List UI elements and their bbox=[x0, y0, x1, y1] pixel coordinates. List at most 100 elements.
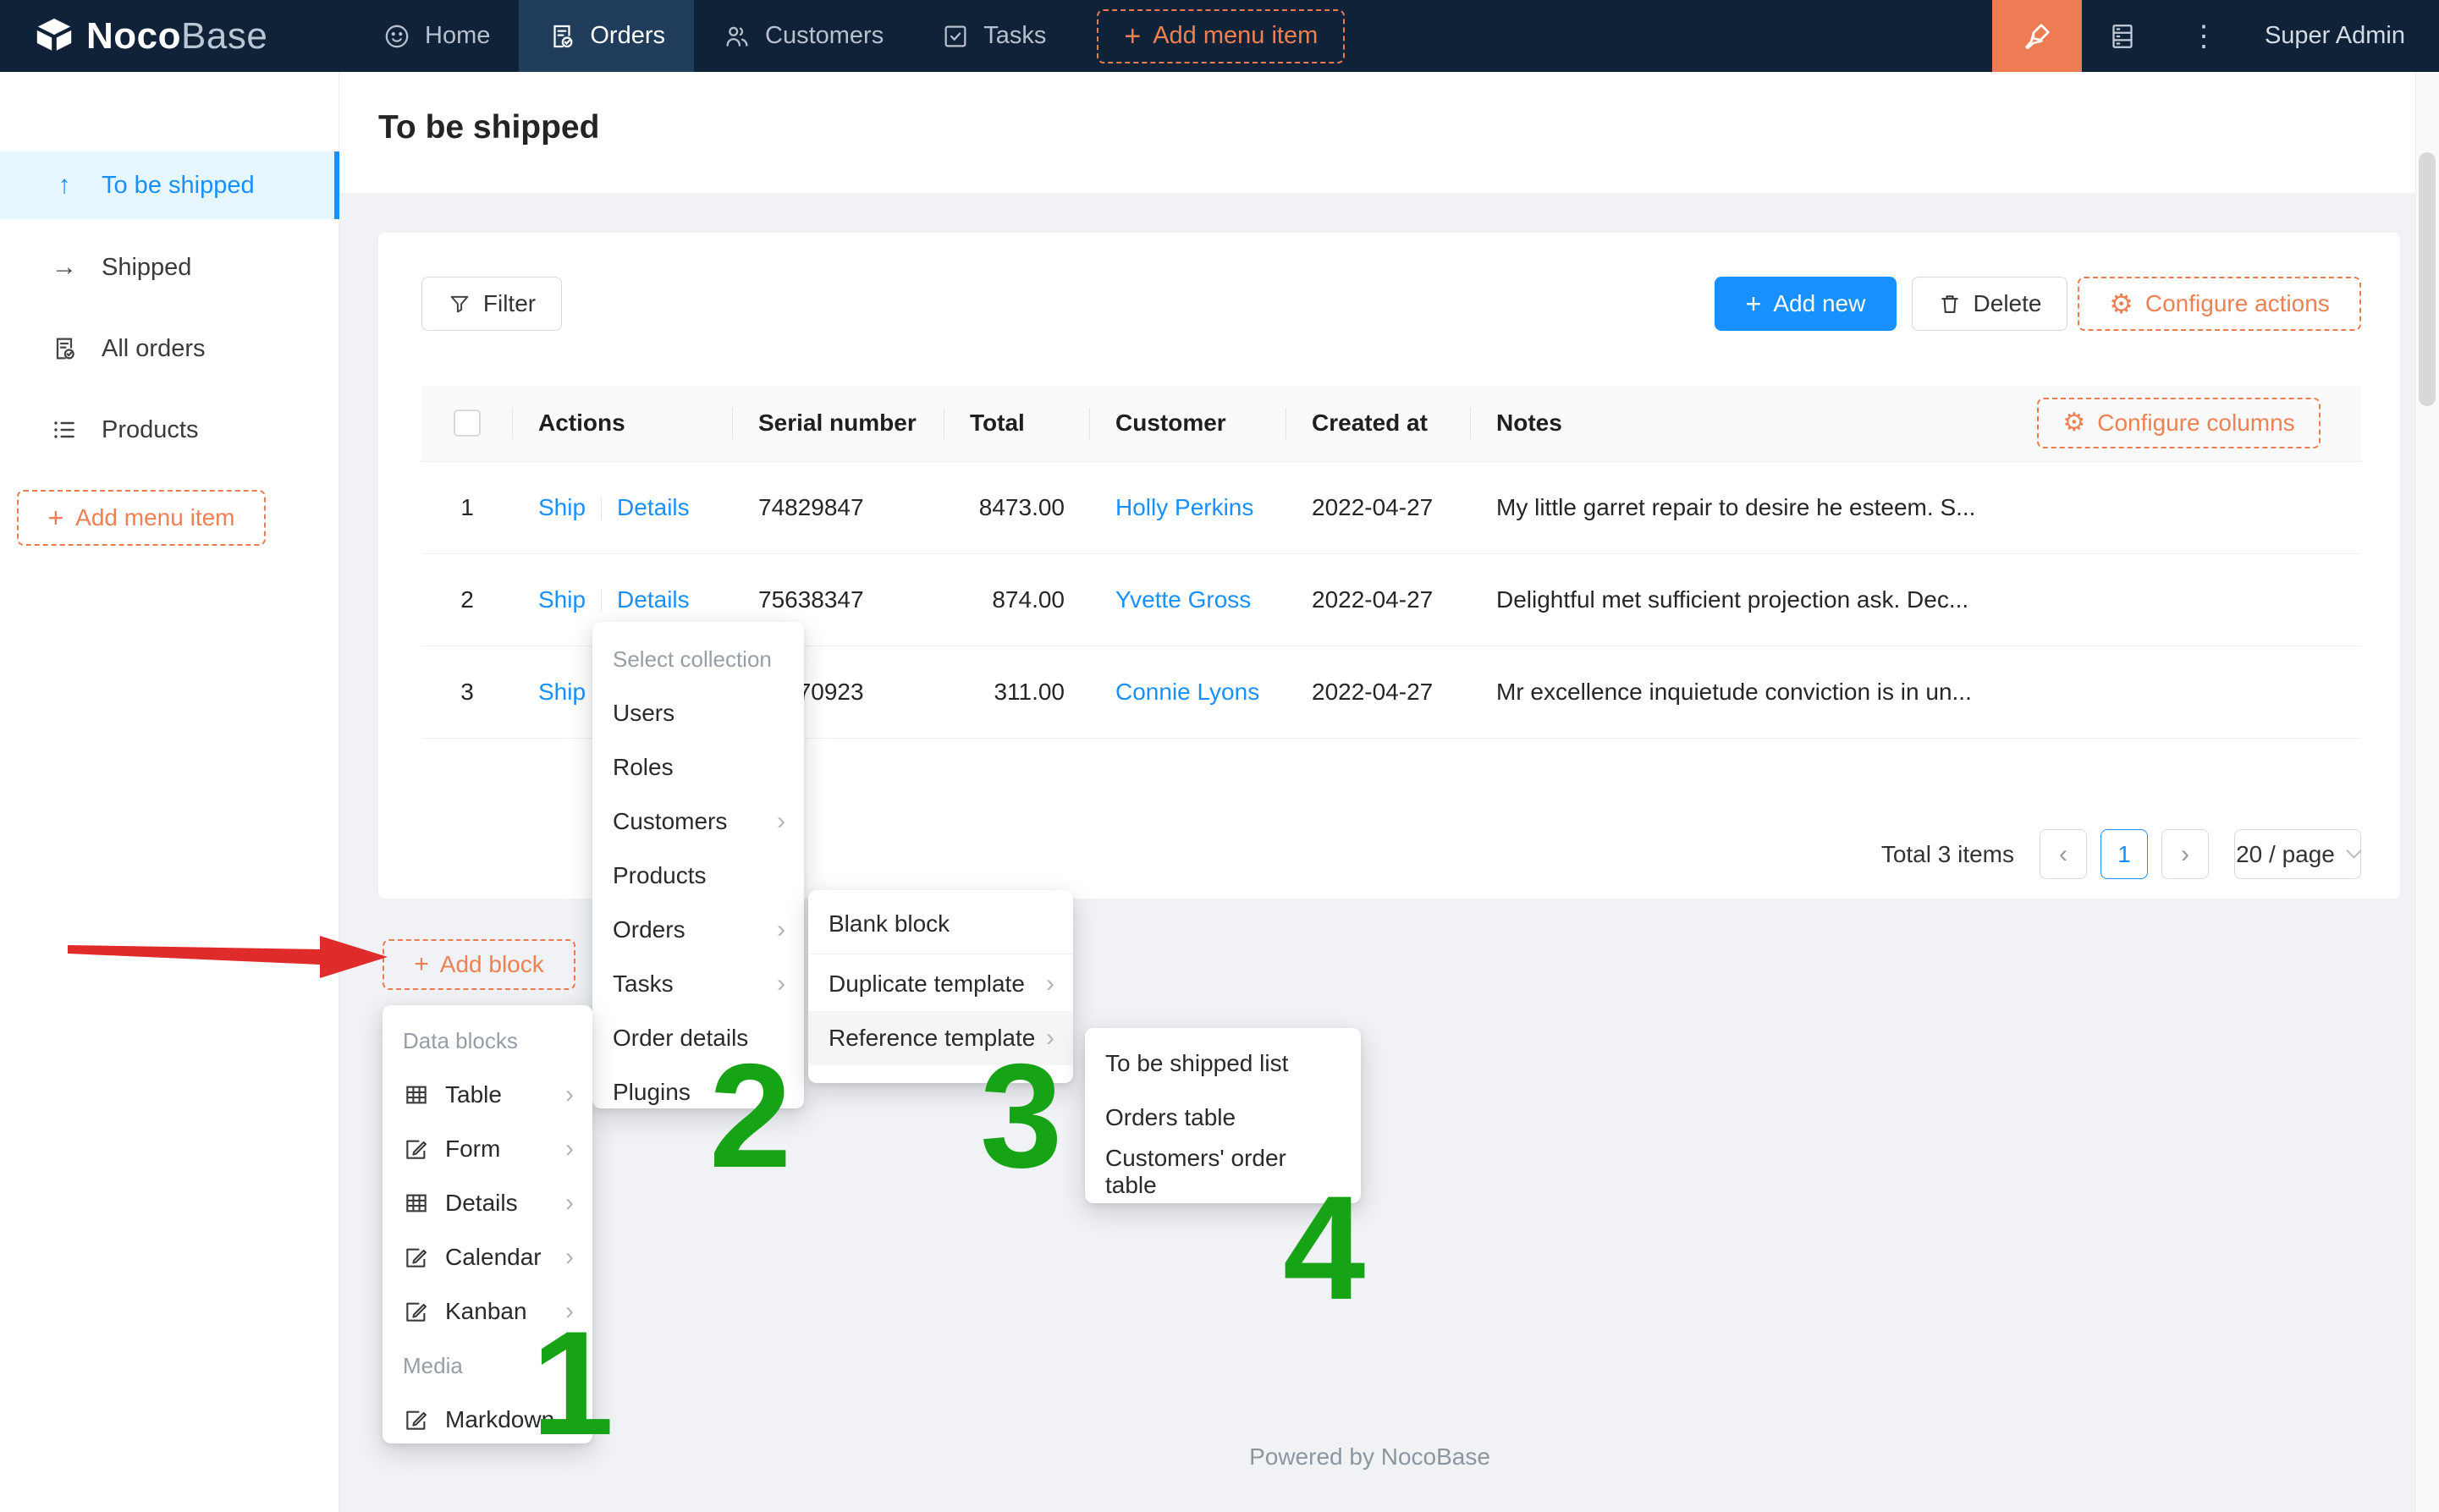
more-menu-button[interactable]: ⋮ bbox=[2163, 0, 2244, 72]
sidebar-item-label: Shipped bbox=[102, 254, 191, 282]
collection-item-orders[interactable]: Orders› bbox=[592, 903, 804, 957]
nav-item-label: Customers bbox=[765, 22, 884, 50]
chevron-right-icon: › bbox=[2181, 840, 2189, 869]
delete-button-label: Delete bbox=[1974, 290, 2042, 317]
add-block-label: Add block bbox=[440, 951, 544, 978]
customer-link[interactable]: Connie Lyons bbox=[1115, 679, 1259, 705]
menu-item-details[interactable]: Details › bbox=[383, 1176, 592, 1230]
filter-button[interactable]: Filter bbox=[421, 277, 562, 331]
collection-item-customers[interactable]: Customers› bbox=[592, 794, 804, 849]
total-cell: 874.00 bbox=[944, 553, 1090, 646]
menu-item-label: Calendar bbox=[445, 1244, 542, 1271]
top-navbar: NocoBase Home Orders bbox=[0, 0, 2439, 72]
chevron-right-icon: › bbox=[565, 1243, 574, 1272]
logo-cube-icon bbox=[34, 17, 74, 56]
customer-link[interactable]: Yvette Gross bbox=[1115, 586, 1251, 613]
people-icon bbox=[723, 22, 752, 51]
plus-icon: + bbox=[47, 504, 63, 531]
next-page-button[interactable]: › bbox=[2161, 829, 2209, 879]
menu-item-label: Products bbox=[613, 862, 707, 889]
navbar-add-menu-item-button[interactable]: + Add menu item bbox=[1097, 9, 1345, 63]
nav-item-orders[interactable]: Orders bbox=[519, 0, 694, 72]
menu-item-duplicate-template[interactable]: Duplicate template› bbox=[808, 957, 1073, 1011]
menu-item-form[interactable]: Form › bbox=[383, 1122, 592, 1176]
menu-item-label: Table bbox=[445, 1081, 502, 1108]
menu-item-label: Form bbox=[445, 1135, 500, 1163]
collection-item-products[interactable]: Products bbox=[592, 849, 804, 903]
sidebar-item-products[interactable]: Products bbox=[0, 396, 339, 464]
chevron-right-icon: › bbox=[777, 970, 785, 998]
scrollbar-thumb[interactable] bbox=[2419, 152, 2436, 406]
menu-item-blank-block[interactable]: Blank block bbox=[808, 897, 1073, 951]
chevron-right-icon: › bbox=[777, 915, 785, 944]
sidebar-add-menu-item-label: Add menu item bbox=[75, 504, 234, 531]
details-link[interactable]: Details bbox=[617, 586, 690, 613]
nav-item-home[interactable]: Home bbox=[354, 0, 519, 72]
nav-item-customers[interactable]: Customers bbox=[694, 0, 912, 72]
collection-item-users[interactable]: Users bbox=[592, 686, 804, 740]
menu-item-table[interactable]: Table › bbox=[383, 1068, 592, 1122]
ui-editor-button[interactable] bbox=[1992, 0, 2082, 72]
edit-square-icon bbox=[403, 1244, 430, 1271]
database-icon bbox=[2107, 21, 2138, 52]
powered-by-footer: Powered by NocoBase bbox=[339, 1443, 2400, 1471]
col-header-total: Total bbox=[944, 386, 1090, 461]
add-block-button[interactable]: + Add block bbox=[383, 939, 575, 990]
table-row: 1 ShipDetails 74829847 8473.00 Holly Per… bbox=[421, 461, 2361, 553]
table-grid-icon bbox=[403, 1190, 430, 1217]
sidebar-add-menu-item-button[interactable]: + Add menu item bbox=[17, 490, 266, 546]
total-cell: 8473.00 bbox=[944, 461, 1090, 553]
page-size-select[interactable]: 20 / page bbox=[2234, 829, 2361, 879]
sidebar-item-label: All orders bbox=[102, 335, 206, 363]
menu-item-label: To be shipped list bbox=[1105, 1050, 1288, 1077]
menu-item-orders-table[interactable]: Orders table bbox=[1085, 1091, 1361, 1145]
edit-square-icon bbox=[403, 1135, 430, 1163]
scrollbar-track[interactable] bbox=[2415, 72, 2439, 1512]
page-size-value: 20 / page bbox=[2236, 841, 2335, 868]
page-1-button[interactable]: 1 bbox=[2100, 829, 2148, 879]
user-menu[interactable]: Super Admin bbox=[2244, 22, 2439, 50]
configure-columns-button[interactable]: ⚙ Configure columns bbox=[2037, 398, 2321, 448]
customer-link[interactable]: Holly Perkins bbox=[1115, 494, 1253, 520]
nocobase-logo[interactable]: NocoBase bbox=[0, 15, 330, 58]
select-collection-title: Select collection bbox=[592, 632, 804, 686]
delete-button[interactable]: Delete bbox=[1912, 277, 2067, 331]
created-at-cell: 2022-04-27 bbox=[1286, 461, 1471, 553]
row-index: 2 bbox=[421, 553, 513, 646]
row-index: 1 bbox=[421, 461, 513, 553]
menu-item-label: Blank block bbox=[829, 910, 950, 937]
menu-item-label: Customers bbox=[613, 808, 727, 835]
gear-icon: ⚙ bbox=[2062, 410, 2085, 436]
add-new-button[interactable]: + Add new bbox=[1715, 277, 1897, 331]
configure-actions-button[interactable]: ⚙ Configure actions bbox=[2078, 277, 2361, 331]
table-grid-icon bbox=[403, 1081, 430, 1108]
ship-link[interactable]: Ship bbox=[538, 679, 586, 705]
menu-item-label: Tasks bbox=[613, 970, 674, 998]
collection-item-roles[interactable]: Roles bbox=[592, 740, 804, 794]
prev-page-button[interactable]: ‹ bbox=[2040, 829, 2087, 879]
nav-item-tasks[interactable]: Tasks bbox=[912, 0, 1075, 72]
edit-square-icon bbox=[403, 1406, 430, 1433]
chevron-right-icon: › bbox=[565, 1135, 574, 1163]
filter-button-label: Filter bbox=[483, 290, 536, 317]
details-link[interactable]: Details bbox=[617, 494, 690, 520]
file-check-icon bbox=[49, 335, 80, 362]
sidebar-item-all-orders[interactable]: All orders bbox=[0, 315, 339, 382]
plus-icon: + bbox=[1124, 22, 1141, 51]
action-divider bbox=[601, 498, 602, 520]
select-all-checkbox[interactable] bbox=[454, 410, 481, 437]
collection-item-tasks[interactable]: Tasks › bbox=[592, 957, 804, 1011]
collections-button[interactable] bbox=[2082, 0, 2163, 72]
logo-text-base: Base bbox=[181, 15, 267, 57]
sidebar-item-shipped[interactable]: → Shipped bbox=[0, 234, 339, 301]
annotation-step-2: 2 bbox=[709, 1042, 791, 1190]
sidebar: ↑ To be shipped → Shipped All orders bbox=[0, 72, 339, 1512]
ship-link[interactable]: Ship bbox=[538, 586, 586, 613]
col-header-customer: Customer bbox=[1090, 386, 1286, 461]
menu-item-label: Orders table bbox=[1105, 1104, 1236, 1131]
created-at-cell: 2022-04-27 bbox=[1286, 553, 1471, 646]
sidebar-item-to-be-shipped[interactable]: ↑ To be shipped bbox=[0, 151, 339, 219]
menu-item-to-be-shipped-list[interactable]: To be shipped list bbox=[1085, 1036, 1361, 1091]
ship-link[interactable]: Ship bbox=[538, 494, 586, 520]
menu-item-calendar[interactable]: Calendar › bbox=[383, 1230, 592, 1284]
